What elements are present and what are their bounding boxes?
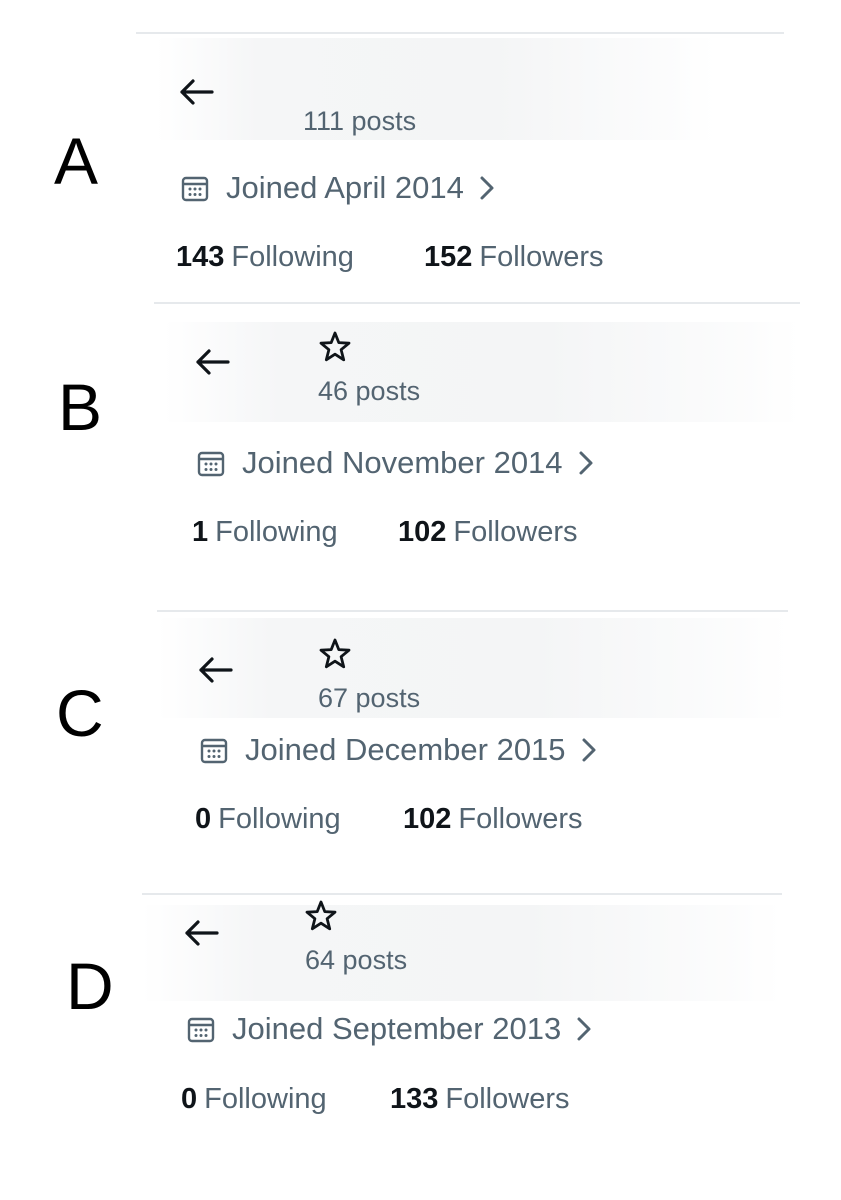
joined-date-row[interactable]: Joined December 2015 (199, 730, 600, 770)
panel-letter-c: C (56, 676, 104, 750)
profile-panel-c: 67 posts Joined December 2015 0 Followin… (157, 610, 788, 866)
chevron-right-icon (578, 735, 600, 765)
posts-count: 111 posts (303, 106, 417, 136)
joined-date-label: Joined November 2014 (242, 445, 563, 480)
following-count: 0 (195, 803, 212, 835)
followers-label: Followers (458, 803, 583, 835)
arrow-left-icon[interactable] (183, 919, 219, 947)
follow-stats: 0 Following 102 Followers (195, 803, 582, 836)
following-stat[interactable]: 0 Following (181, 1083, 390, 1116)
followers-label: Followers (453, 516, 578, 548)
following-label: Following (215, 516, 338, 548)
calendar-icon (199, 735, 229, 765)
arrow-left-icon[interactable] (178, 78, 214, 106)
followers-label: Followers (479, 241, 604, 273)
star-icon (318, 330, 352, 364)
followers-count: 102 (398, 516, 447, 548)
followers-stat[interactable]: 152 Followers (424, 241, 603, 274)
joined-date-row[interactable]: Joined November 2014 (196, 443, 597, 483)
joined-date-row[interactable]: Joined September 2013 (186, 1009, 595, 1049)
followers-stat[interactable]: 133 Followers (390, 1083, 569, 1116)
posts-count: 64 posts (305, 945, 408, 975)
following-stat[interactable]: 0 Following (195, 803, 403, 836)
following-count: 1 (192, 516, 209, 548)
followers-count: 152 (424, 241, 473, 273)
header-banner (164, 322, 800, 422)
calendar-icon (196, 448, 226, 478)
posts-count: 67 posts (318, 683, 421, 713)
following-stat[interactable]: 1 Following (192, 516, 398, 549)
chevron-right-icon (476, 173, 498, 203)
profile-panel-d: 64 posts Joined September 2013 0 Followi… (142, 893, 782, 1143)
follow-stats: 1 Following 102 Followers (192, 516, 577, 549)
star-icon (304, 899, 338, 933)
panel-letter-b: B (58, 370, 103, 444)
star-icon (318, 637, 352, 671)
joined-date-row[interactable]: Joined April 2014 (180, 168, 498, 208)
panel-letter-d: D (66, 949, 114, 1023)
followers-count: 102 (403, 803, 452, 835)
header-banner (156, 38, 716, 140)
divider (157, 610, 788, 612)
following-label: Following (231, 241, 354, 273)
following-count: 0 (181, 1083, 198, 1115)
profile-panel-a: 111 posts Joined April 2014 143 Followin… (136, 32, 784, 292)
joined-date-label: Joined December 2015 (245, 732, 566, 767)
follow-stats: 0 Following 133 Followers (181, 1083, 569, 1116)
following-label: Following (204, 1083, 327, 1115)
following-count: 143 (176, 241, 225, 273)
chevron-right-icon (575, 448, 597, 478)
arrow-left-icon[interactable] (194, 348, 230, 376)
arrow-left-icon[interactable] (197, 656, 233, 684)
followers-label: Followers (445, 1083, 570, 1115)
chevron-right-icon (573, 1014, 595, 1044)
divider (136, 32, 784, 34)
divider (154, 302, 800, 304)
calendar-icon (186, 1014, 216, 1044)
profile-panel-b: 46 posts Joined November 2014 1 Followin… (154, 302, 800, 572)
following-label: Following (218, 803, 341, 835)
followers-stat[interactable]: 102 Followers (398, 516, 577, 549)
comparison-page: A 111 posts Joined April 2014 143 Follow… (0, 0, 841, 1200)
following-stat[interactable]: 143 Following (176, 241, 424, 274)
posts-count: 46 posts (318, 376, 421, 406)
divider (142, 893, 782, 895)
header-banner (142, 905, 782, 1001)
panel-letter-a: A (54, 124, 99, 198)
joined-date-label: Joined April 2014 (226, 170, 464, 205)
joined-date-label: Joined September 2013 (232, 1011, 562, 1046)
followers-count: 133 (390, 1083, 439, 1115)
header-banner (157, 618, 788, 718)
followers-stat[interactable]: 102 Followers (403, 803, 582, 836)
calendar-icon (180, 173, 210, 203)
follow-stats: 143 Following 152 Followers (176, 241, 603, 274)
